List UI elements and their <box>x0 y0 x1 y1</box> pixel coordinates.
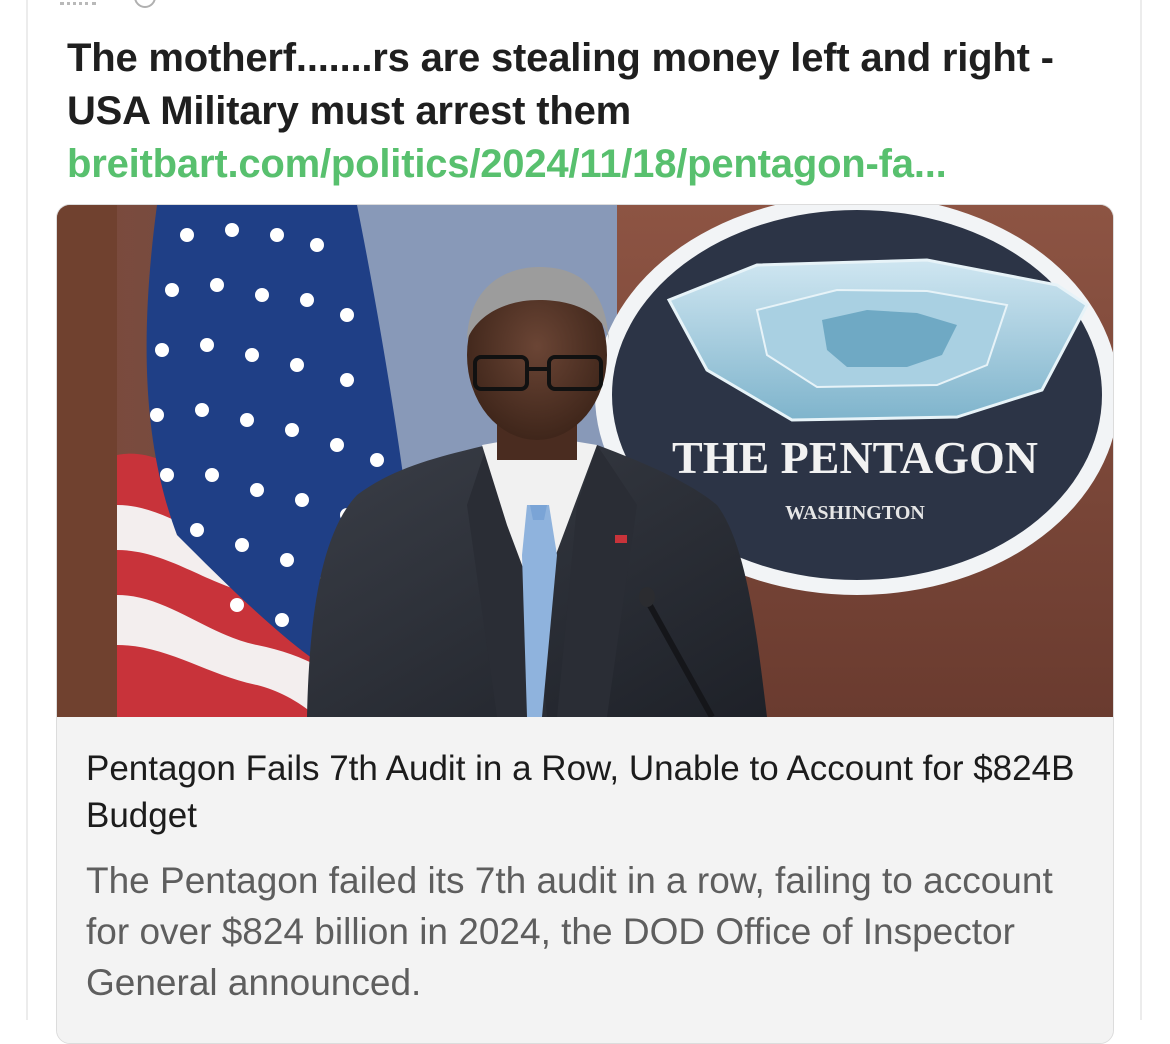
more-options-icon[interactable] <box>60 0 96 5</box>
post-link[interactable]: breitbart.com/politics/2024/11/18/pentag… <box>67 138 1127 191</box>
post-text: The motherf.......rs are stealing money … <box>67 36 1054 133</box>
link-preview-body: Pentagon Fails 7th Audit in a Row, Unabl… <box>57 717 1113 1043</box>
link-preview-card[interactable]: THE PENTAGON WASHINGTON Pentagon Fails 7… <box>56 204 1114 1044</box>
post-header-remnant <box>60 0 170 8</box>
seal-subtitle: WASHINGTON <box>785 502 925 524</box>
seal-title: THE PENTAGON <box>672 432 1038 483</box>
link-preview-description: The Pentagon failed its 7th audit in a r… <box>86 860 1053 1003</box>
link-preview-image[interactable]: THE PENTAGON WASHINGTON <box>57 205 1114 717</box>
link-preview-title[interactable]: Pentagon Fails 7th Audit in a Row, Unabl… <box>86 745 1096 839</box>
